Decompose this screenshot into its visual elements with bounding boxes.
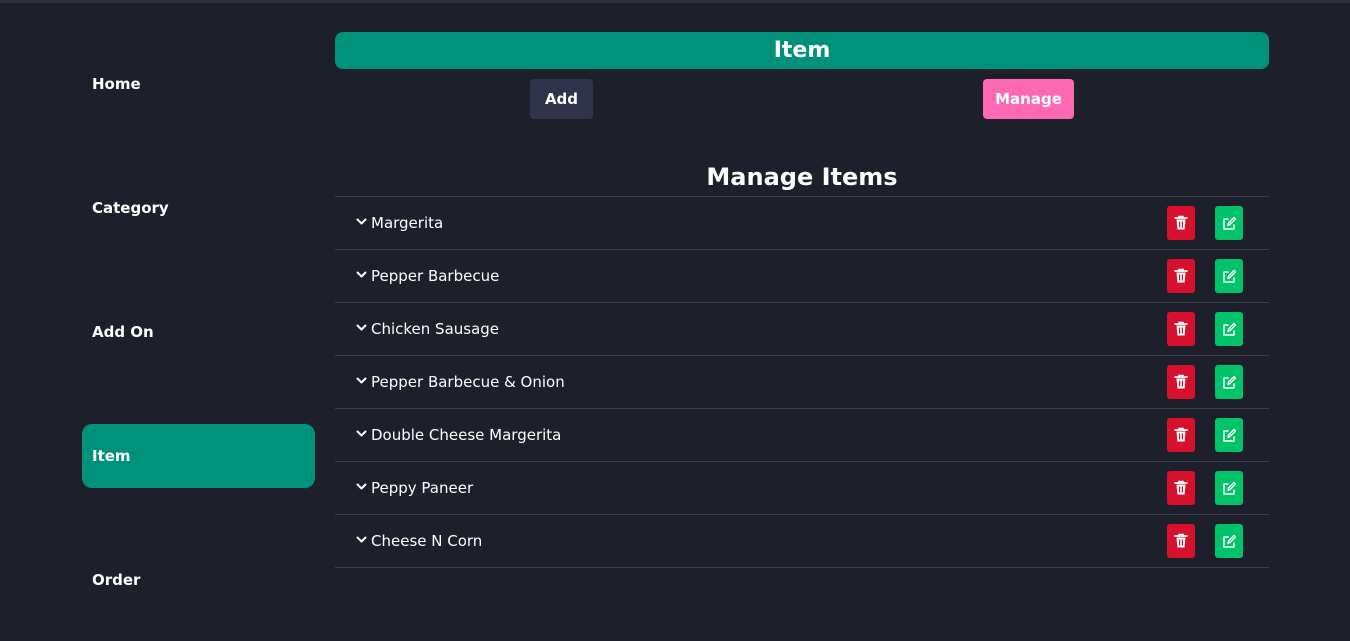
item-name: Pepper Barbecue xyxy=(371,267,500,285)
item-row[interactable]: Double Cheese Margerita xyxy=(335,409,1269,462)
item-row[interactable]: Pepper Barbecue xyxy=(335,250,1269,303)
delete-button[interactable] xyxy=(1167,259,1195,293)
trash-icon xyxy=(1174,427,1188,443)
trash-icon xyxy=(1174,374,1188,390)
trash-icon xyxy=(1174,215,1188,231)
chevron-down-icon[interactable] xyxy=(355,428,367,440)
item-name: Cheese N Corn xyxy=(371,532,483,550)
edit-button[interactable] xyxy=(1215,524,1243,558)
sidebar-item-label: Category xyxy=(92,199,169,217)
sidebar-item-label: Add On xyxy=(92,323,154,341)
item-row[interactable]: Peppy Paneer xyxy=(335,462,1269,515)
edit-button[interactable] xyxy=(1215,312,1243,346)
edit-button[interactable] xyxy=(1215,418,1243,452)
delete-button[interactable] xyxy=(1167,471,1195,505)
edit-icon xyxy=(1222,481,1237,496)
edit-icon xyxy=(1222,216,1237,231)
chevron-down-icon[interactable] xyxy=(355,216,367,228)
sidebar-item-label: Home xyxy=(92,75,141,93)
chevron-down-icon[interactable] xyxy=(355,322,367,334)
add-button[interactable]: Add xyxy=(530,79,593,119)
sidebar-item-home[interactable]: Home xyxy=(82,52,315,116)
delete-button[interactable] xyxy=(1167,312,1195,346)
item-row[interactable]: Chicken Sausage xyxy=(335,303,1269,356)
delete-button[interactable] xyxy=(1167,206,1195,240)
edit-icon xyxy=(1222,428,1237,443)
manage-button[interactable]: Manage xyxy=(983,79,1074,119)
page-title: Item xyxy=(335,32,1269,69)
edit-button[interactable] xyxy=(1215,471,1243,505)
main-content: Item Add Manage Manage Items Margerita Pe… xyxy=(335,0,1269,641)
sidebar-item-label: Order xyxy=(92,571,141,589)
chevron-down-icon[interactable] xyxy=(355,534,367,546)
sidebar-item-category[interactable]: Category xyxy=(82,176,315,240)
edit-button[interactable] xyxy=(1215,365,1243,399)
item-list: Margerita Pepper Barbecue Chicken Sausage P… xyxy=(335,196,1269,568)
chevron-down-icon[interactable] xyxy=(355,481,367,493)
sidebar-item-add-on[interactable]: Add On xyxy=(82,300,315,364)
item-name: Margerita xyxy=(371,214,444,232)
chevron-down-icon[interactable] xyxy=(355,269,367,281)
chevron-down-icon[interactable] xyxy=(355,375,367,387)
sidebar-item-order[interactable]: Order xyxy=(82,548,315,612)
sidebar-item-item[interactable]: Item xyxy=(82,424,315,488)
edit-icon xyxy=(1222,375,1237,390)
trash-icon xyxy=(1174,321,1188,337)
item-name: Chicken Sausage xyxy=(371,320,500,338)
item-row[interactable]: Margerita xyxy=(335,197,1269,250)
trash-icon xyxy=(1174,268,1188,284)
sidebar-item-label: Item xyxy=(92,447,131,465)
edit-icon xyxy=(1222,322,1237,337)
delete-button[interactable] xyxy=(1167,418,1195,452)
trash-icon xyxy=(1174,480,1188,496)
edit-button[interactable] xyxy=(1215,259,1243,293)
item-name: Peppy Paneer xyxy=(371,479,474,497)
item-name: Double Cheese Margerita xyxy=(371,426,562,444)
item-row[interactable]: Pepper Barbecue & Onion xyxy=(335,356,1269,409)
edit-button[interactable] xyxy=(1215,206,1243,240)
item-row[interactable]: Cheese N Corn xyxy=(335,515,1269,568)
edit-icon xyxy=(1222,269,1237,284)
delete-button[interactable] xyxy=(1167,365,1195,399)
item-name: Pepper Barbecue & Onion xyxy=(371,373,565,391)
delete-button[interactable] xyxy=(1167,524,1195,558)
edit-icon xyxy=(1222,534,1237,549)
section-title: Manage Items xyxy=(706,163,898,191)
trash-icon xyxy=(1174,533,1188,549)
sidebar: Home Category Add On Item Order xyxy=(82,0,315,641)
